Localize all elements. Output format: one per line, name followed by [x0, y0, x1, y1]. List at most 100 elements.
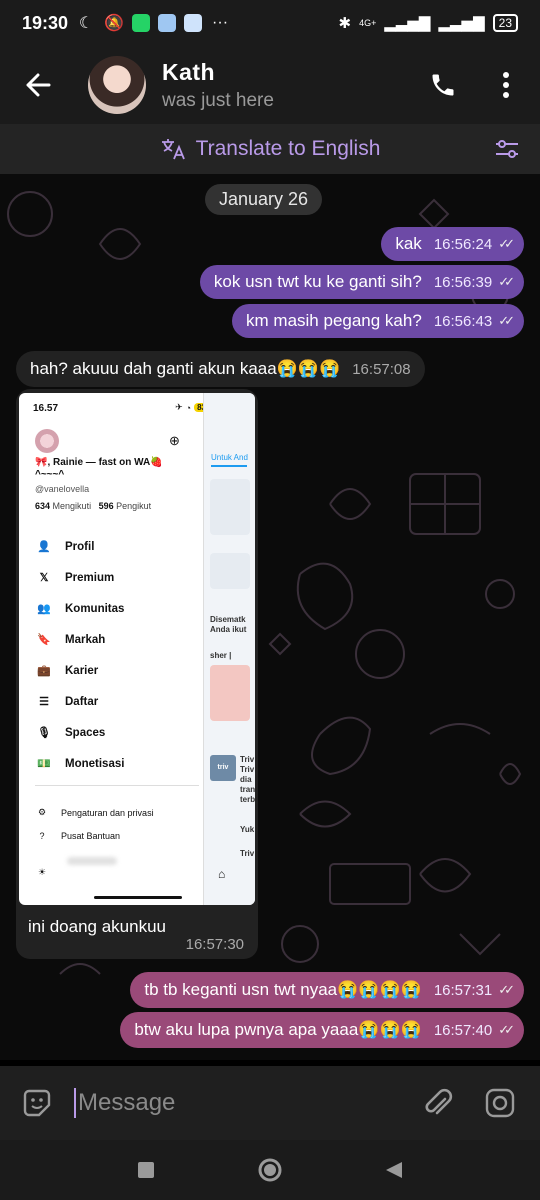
feed-tab-indicator [211, 465, 247, 467]
emoji-button[interactable] [0, 1066, 74, 1140]
more-options-button[interactable] [486, 60, 526, 110]
phone-icon [432, 74, 454, 96]
shot-menu: 👤 Profil 𝕏 Premium 👥 Komunitas 🔖 Markah 💼 Kar… [35, 531, 205, 779]
recents-button[interactable] [131, 1155, 161, 1185]
avatar[interactable] [88, 56, 146, 114]
contact-info[interactable]: Kath was just here [162, 59, 274, 112]
message-time: 16:56:39 [433, 273, 493, 291]
bookmark-icon: 🔖 [37, 634, 51, 646]
x-logo-icon: 𝕏 [39, 572, 49, 584]
message-text: kak [395, 234, 422, 253]
message-time: 16:57:30 [185, 936, 244, 953]
call-button[interactable] [418, 60, 468, 110]
add-account-icon: ⊕ [169, 433, 180, 448]
circle-icon [258, 1158, 282, 1182]
shot-menu-item: 𝕏 Premium [35, 562, 205, 593]
moon-icon: ☾ [78, 15, 94, 32]
feed-image [210, 665, 250, 721]
feed-tab: Untuk And [211, 453, 248, 462]
shot-menu-item: 🎙 Spaces [35, 717, 205, 748]
shot-handle: @vanelovella [35, 484, 90, 494]
wifi-icon: ◔ [185, 402, 192, 413]
status-bar: 19:30 ☾ 🔕 ··· ✱ 4G+ ▂▃▅▇ ▂▃▅▇ 23 [0, 0, 540, 46]
read-ticks-icon: ✓✓ [498, 274, 515, 289]
back-button[interactable] [0, 46, 76, 124]
message-text: kok usn twt ku ke ganti sih? [213, 272, 422, 291]
sun-icon: ☀ [37, 867, 47, 877]
message-outgoing[interactable]: tb tb keganti usn twt nyaa😭😭😭😭 16:57:31 … [130, 972, 524, 1008]
message-text: btw aku lupa pwnya apa yaaa😭😭😭 [134, 1020, 422, 1039]
shot-feed-panel: Untuk And Disematk Anda ikut sher | triv… [203, 393, 255, 905]
translate-icon [161, 139, 185, 160]
camera-icon [485, 1088, 515, 1118]
shot-theme-item: ☀ [35, 867, 205, 878]
message-outgoing[interactable]: kok usn twt ku ke ganti sih? 16:56:39 ✓✓ [199, 265, 524, 299]
message-incoming[interactable]: hah? akuuu dah ganti akun kaaa😭😭😭 16:57:… [16, 351, 425, 387]
message-outgoing[interactable]: kak 16:56:24 ✓✓ [381, 227, 524, 261]
message-text: ini doang akunkuu [28, 917, 167, 936]
battery-indicator: 23 [492, 14, 518, 32]
shot-settings-item: ⚙ Pengaturan dan privasi [35, 807, 205, 818]
paperclip-icon [425, 1088, 453, 1115]
shot-menu-item: 👤 Profil [35, 531, 205, 562]
chat-area[interactable]: January 26 kak 16:56:24 ✓✓ kok usn twt k… [0, 174, 540, 1060]
bluetooth-icon: ✱ [338, 15, 352, 32]
read-ticks-icon: ✓✓ [498, 1022, 515, 1037]
message-text: tb tb keganti usn twt nyaa😭😭😭😭 [144, 980, 422, 999]
shot-menu-item: 💵 Monetisasi [35, 748, 205, 779]
message-time: 16:57:31 [433, 981, 493, 999]
message-input-bar [0, 1066, 540, 1140]
app-icon [158, 14, 177, 32]
read-ticks-icon: ✓✓ [498, 313, 515, 328]
shot-menu-item: 👥 Komunitas [35, 593, 205, 624]
shot-menu-item: 💼 Karier [35, 655, 205, 686]
briefcase-icon: 💼 [37, 665, 51, 677]
message-outgoing[interactable]: btw aku lupa pwnya apa yaaa😭😭😭 16:57:40 … [120, 1012, 524, 1048]
feed-text: Triv [240, 849, 255, 858]
mic-icon: 🎙 [37, 727, 51, 739]
message-time: 16:56:43 [433, 312, 493, 330]
home-button[interactable] [255, 1155, 285, 1185]
text-cursor [74, 1088, 76, 1118]
money-icon: 💵 [37, 758, 51, 770]
gear-icon: ⚙ [37, 807, 47, 817]
shot-display-name: 🎀, Rainie — fast on WA🍓 ^~~~^ [35, 457, 163, 480]
message-input[interactable] [78, 1089, 408, 1117]
message-outgoing[interactable]: km masih pegang kah? 16:56:43 ✓✓ [232, 304, 524, 338]
feed-badge: triv [210, 755, 236, 781]
translate-settings-icon[interactable] [494, 136, 520, 162]
image-message[interactable]: 16.57 ✈ ◔ 83 ⊕ 🎀, Rainie — fast on WA🍓 ^… [16, 389, 258, 959]
translate-label: Translate to English [195, 137, 381, 160]
feed-text: Disematk Anda ikut [210, 615, 247, 634]
sticker-icon [23, 1089, 51, 1117]
message-time: 16:57:40 [433, 1021, 493, 1039]
feed-card [210, 479, 250, 535]
translate-bar[interactable]: Translate to English [0, 124, 540, 174]
app-icon [184, 14, 203, 32]
contact-status: was just here [162, 89, 274, 111]
chat-header: Kath was just here [0, 46, 540, 124]
attach-button[interactable] [408, 1066, 468, 1140]
message-text: km masih pegang kah? [246, 311, 422, 330]
shot-menu-item: 🔖 Markah [35, 624, 205, 655]
shot-help-item: ? Pusat Bantuan [35, 831, 205, 841]
feed-text: sher | [210, 651, 232, 660]
contact-name: Kath [162, 58, 216, 85]
shot-avatar [35, 429, 59, 453]
camera-button[interactable] [468, 1066, 532, 1140]
date-chip: January 26 [205, 184, 323, 215]
feed-card [210, 553, 250, 589]
feed-text: Yuk [240, 825, 255, 834]
message-text: hah? akuuu dah ganti akun kaaa😭😭😭 [30, 359, 341, 378]
person-icon: 👤 [37, 541, 51, 553]
home-icon: ⌂ [218, 867, 226, 881]
back-nav-button[interactable] [379, 1155, 409, 1185]
mute-icon: 🔕 [104, 15, 124, 32]
back-arrow-icon [26, 73, 51, 97]
shot-menu-item: ☰ Daftar [35, 686, 205, 717]
more-notifications-icon: ··· [212, 14, 229, 31]
system-nav-bar [0, 1140, 540, 1200]
shot-follow-stats: 634 Mengikuti 596 Pengikut [35, 501, 152, 511]
attached-screenshot[interactable]: 16.57 ✈ ◔ 83 ⊕ 🎀, Rainie — fast on WA🍓 ^… [19, 393, 255, 905]
status-time: 19:30 [22, 12, 69, 33]
